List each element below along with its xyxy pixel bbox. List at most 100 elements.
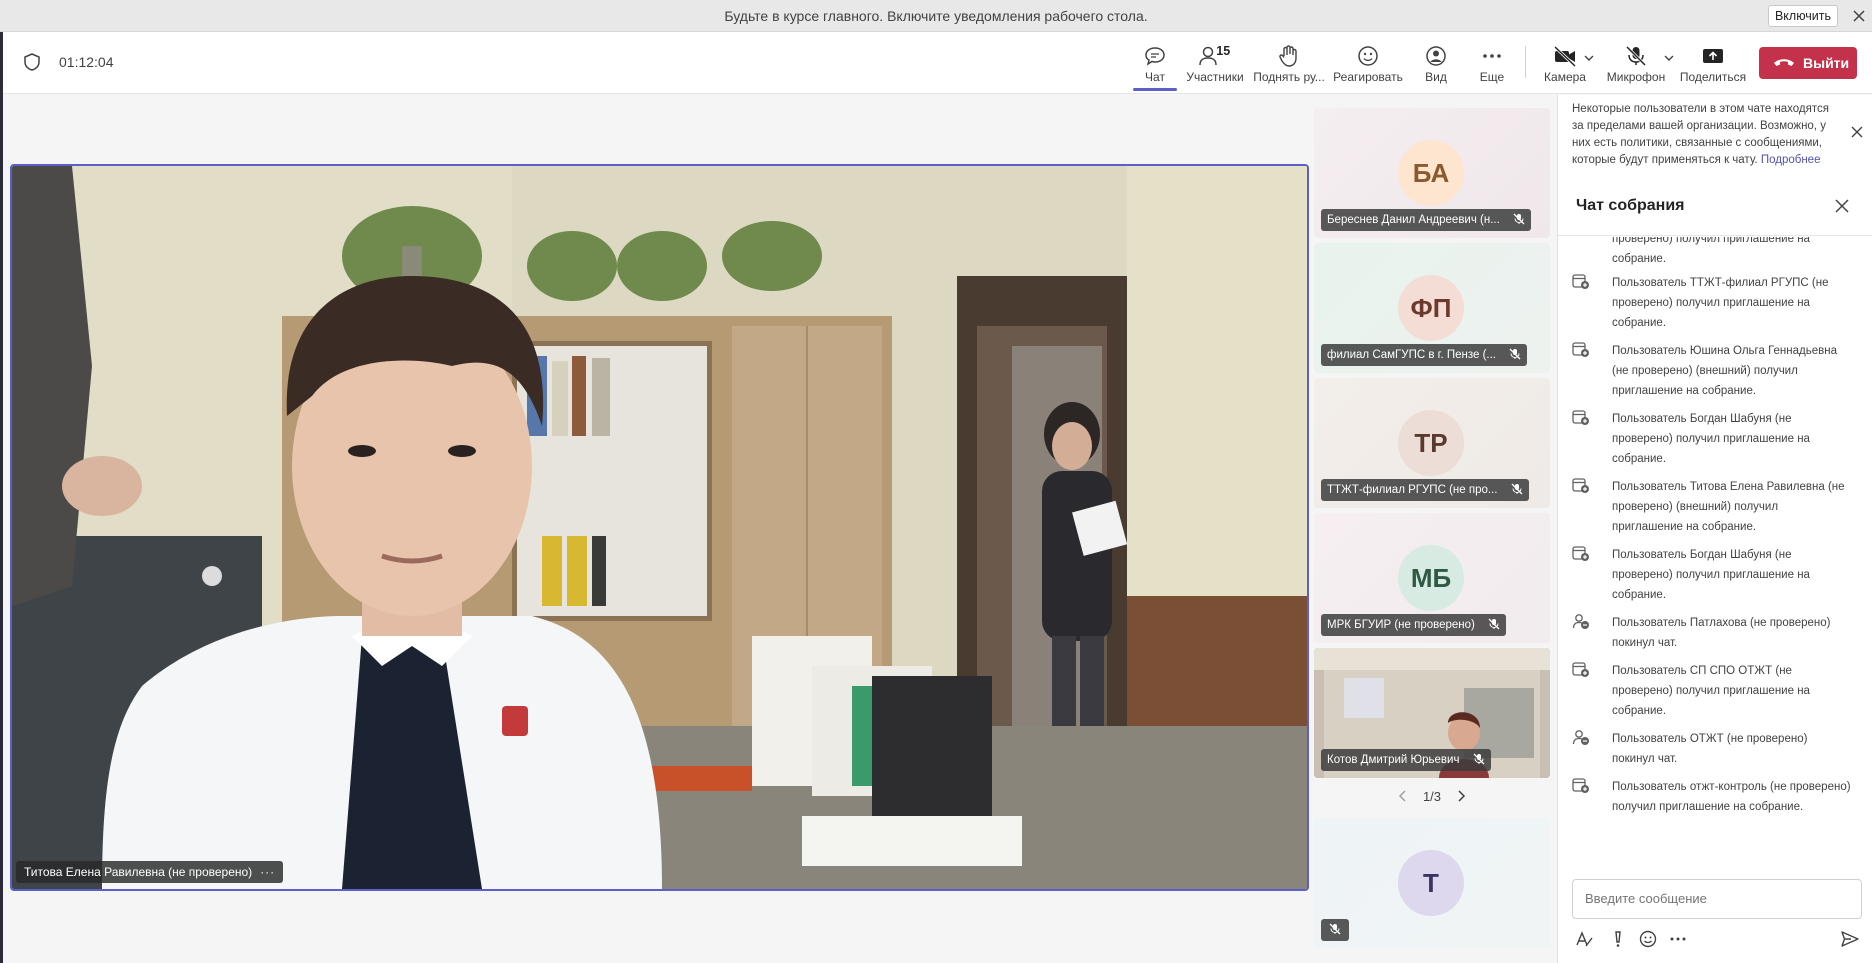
chat-label: Чат: [1145, 70, 1165, 84]
participant-name-badge: ТТЖТ-филиал РГУПС (не про...: [1321, 479, 1529, 501]
speaker-more-options[interactable]: ···: [260, 865, 275, 879]
react-label: Реагировать: [1333, 70, 1403, 84]
close-icon[interactable]: [1850, 125, 1864, 139]
avatar: T: [1398, 850, 1464, 916]
mic-off-icon: [1625, 45, 1647, 67]
system-message-text: проверено) получил приглашение на собран…: [1612, 237, 1810, 265]
phone-hangup-icon: [1774, 59, 1794, 66]
external-users-notice: Некоторые пользователи в этом чате наход…: [1572, 101, 1842, 169]
mic-muted-icon: [1473, 753, 1485, 765]
meeting-chat-panel: Некоторые пользователи в этом чате наход…: [1557, 95, 1872, 963]
notification-text: Будьте в курсе главного. Включите уведом…: [724, 8, 1148, 24]
format-icon[interactable]: [1574, 929, 1594, 949]
speaker-name: Титова Елена Равилевна (не проверено): [24, 865, 253, 879]
close-icon[interactable]: [1834, 198, 1850, 214]
mic-muted-icon: [1513, 213, 1525, 225]
more-icon: [1483, 54, 1501, 58]
system-message-text: Пользователь ТТЖТ-филиал РГУПС (не прове…: [1612, 277, 1829, 329]
raise-hand-button[interactable]: Поднять ру...: [1253, 32, 1325, 94]
avatar: ТР: [1398, 410, 1464, 476]
system-message-text: Пользователь Патлахова (не проверено) по…: [1612, 617, 1831, 649]
share-icon: [1703, 49, 1723, 63]
participants-label: Участники: [1186, 70, 1244, 84]
participant-name-badge: Котов Дмитрий Юрьевич: [1321, 749, 1491, 771]
react-button[interactable]: Реагировать: [1333, 32, 1403, 94]
more-label: Еще: [1479, 70, 1505, 84]
system-message-text: Пользователь СП СПО ОТЖТ (не проверено) …: [1612, 665, 1810, 717]
view-button[interactable]: Вид: [1411, 32, 1461, 94]
camera-label: Камера: [1544, 70, 1586, 84]
participant-name-badge: филиал СамГУПС в г. Пензе (...: [1321, 344, 1528, 366]
participant-video-tile[interactable]: Котов Дмитрий Юрьевич: [1314, 648, 1550, 778]
participant-name: Котов Дмитрий Юрьевич: [1327, 754, 1460, 766]
participant-tile[interactable]: БА Береснев Данил Андреевич (н...: [1314, 108, 1550, 238]
gallery-pager: 1/3: [1314, 786, 1550, 810]
chat-button[interactable]: Чат: [1133, 32, 1177, 94]
calendar-add-icon: [1572, 478, 1589, 493]
participants-button[interactable]: 15 Участники: [1183, 32, 1247, 94]
view-icon: [1426, 46, 1446, 66]
person-leave-icon: [1572, 614, 1589, 629]
microphone-label: Микрофон: [1606, 70, 1666, 84]
active-tab-indicator: [1133, 88, 1177, 91]
calendar-add-icon: [1572, 778, 1589, 793]
meeting-timer: 01:12:04: [59, 54, 114, 70]
enable-notifications-button[interactable]: Включить: [1768, 5, 1838, 27]
learn-more-link[interactable]: Подробнее: [1761, 154, 1821, 166]
avatar: БА: [1398, 140, 1464, 206]
mic-muted-icon: [1329, 923, 1341, 935]
toolbar-divider: [1525, 46, 1526, 78]
calendar-add-icon: [1572, 546, 1589, 561]
mic-muted-icon: [1488, 618, 1500, 630]
important-icon[interactable]: [1608, 929, 1628, 949]
speaker-name-badge: Титова Елена Равилевна (не проверено) ···: [16, 861, 284, 883]
emoji-icon[interactable]: [1638, 929, 1658, 949]
system-message-text: Пользователь отжт-контроль (не проверено…: [1612, 781, 1851, 813]
message-compose-box: [1572, 879, 1862, 919]
message-input[interactable]: [1585, 880, 1845, 916]
participant-tile[interactable]: МБ МРК БГУИР (не проверено): [1314, 513, 1550, 643]
more-button[interactable]: Еще: [1467, 32, 1517, 94]
microphone-button[interactable]: Микрофон: [1601, 32, 1671, 94]
camera-options-chevron-down-icon[interactable]: [1583, 52, 1595, 64]
calendar-add-icon: [1572, 342, 1589, 357]
mic-options-chevron-down-icon[interactable]: [1663, 52, 1675, 64]
active-speaker-video[interactable]: Титова Елена Равилевна (не проверено) ···: [10, 164, 1309, 891]
participant-name: филиал СамГУПС в г. Пензе (...: [1327, 349, 1497, 361]
more-icon[interactable]: [1668, 929, 1688, 949]
chat-message-list[interactable]: проверено) получил приглашение на собран…: [1558, 237, 1872, 947]
participant-tile[interactable]: ФП филиал СамГУПС в г. Пензе (...: [1314, 243, 1550, 373]
shield-icon[interactable]: [23, 52, 41, 72]
leave-label: Выйти: [1803, 55, 1850, 71]
share-label: Поделиться: [1679, 70, 1747, 84]
chevron-right-icon[interactable]: [1454, 789, 1468, 803]
avatar: ФП: [1398, 275, 1464, 341]
participant-name: ТТЖТ-филиал РГУПС (не про...: [1327, 484, 1498, 496]
speaker-video-frame: [12, 166, 1307, 889]
share-button[interactable]: Поделиться: [1679, 32, 1747, 94]
close-icon[interactable]: [1850, 7, 1868, 25]
participant-tile[interactable]: ТР ТТЖТ-филиал РГУПС (не про...: [1314, 378, 1550, 508]
system-message-text: Пользователь Титова Елена Равилевна (не …: [1612, 481, 1845, 533]
participant-name-badge: [1321, 919, 1349, 941]
system-message-text: Пользователь Богдан Шабуня (не проверено…: [1612, 413, 1810, 465]
participant-name-badge: МРК БГУИР (не проверено): [1321, 614, 1507, 636]
emoji-icon: [1358, 46, 1378, 66]
system-message-text: Пользователь Богдан Шабуня (не проверено…: [1612, 549, 1810, 601]
chat-icon: [1145, 47, 1165, 66]
calendar-add-icon: [1572, 410, 1589, 425]
system-message-text: Пользователь ОТЖТ (не проверено) покинул…: [1612, 733, 1808, 765]
leave-button[interactable]: Выйти: [1759, 47, 1857, 79]
participant-tile[interactable]: T: [1314, 818, 1550, 948]
participants-count: 15: [1216, 44, 1231, 58]
view-label: Вид: [1425, 70, 1447, 84]
send-icon[interactable]: [1840, 929, 1860, 949]
page-indicator: 1/3: [1422, 789, 1442, 804]
participant-name-badge: Береснев Данил Андреевич (н...: [1321, 209, 1532, 231]
avatar: МБ: [1398, 545, 1464, 611]
participant-name: Береснев Данил Андреевич (н...: [1327, 214, 1500, 226]
notification-bar: Будьте в курсе главного. Включите уведом…: [0, 0, 1872, 32]
camera-off-icon: [1553, 45, 1577, 68]
mic-muted-icon: [1511, 483, 1523, 495]
person-leave-icon: [1572, 730, 1589, 745]
